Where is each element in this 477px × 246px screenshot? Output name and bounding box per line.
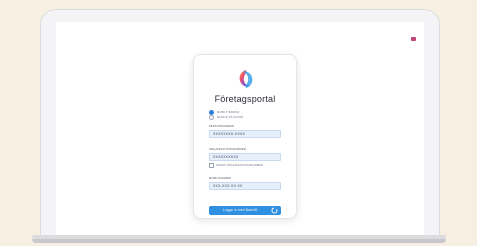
page-title: Företagsportal	[214, 94, 276, 104]
auth-option-bankid-dator[interactable]: BANKID PÅ DATOR	[209, 115, 243, 120]
language-flag-icon[interactable]	[411, 37, 416, 41]
save-org-number-option[interactable]: SPARA ORGANISATIONSNUMMER	[209, 163, 263, 168]
organisationsnummer-label: ORGANISATIONSNUMMER	[209, 148, 246, 151]
login-card: Företagsportal MOBILT BANKID BANKID PÅ D…	[193, 54, 297, 219]
laptop-frame: Företagsportal MOBILT BANKID BANKID PÅ D…	[40, 9, 440, 240]
checkbox[interactable]	[209, 163, 214, 168]
mobilnummer-input[interactable]: XXX-XXX XX XX	[209, 182, 281, 190]
laptop-screen: Företagsportal MOBILT BANKID BANKID PÅ D…	[56, 22, 424, 240]
radio-button[interactable]	[209, 115, 214, 120]
laptop-base-shadow	[32, 239, 446, 243]
personnummer-input[interactable]: XXXXXXXX-XXXX	[209, 130, 281, 138]
organisationsnummer-input[interactable]: XXXXXXXXXX	[209, 153, 281, 161]
login-bankid-button[interactable]: Logga in med BankID	[209, 206, 281, 215]
login-button-label: Logga in med BankID	[223, 208, 258, 212]
bankid-icon	[271, 207, 278, 214]
portal-logo-icon	[239, 70, 253, 88]
personnummer-label: PERSONNUMMER	[209, 125, 235, 128]
radio-label: MOBILT BANKID	[217, 111, 240, 114]
mobilnummer-label: MOBILNUMMER	[209, 177, 231, 180]
radio-label: BANKID PÅ DATOR	[217, 116, 244, 119]
checkbox-label: SPARA ORGANISATIONSNUMMER	[216, 164, 264, 167]
